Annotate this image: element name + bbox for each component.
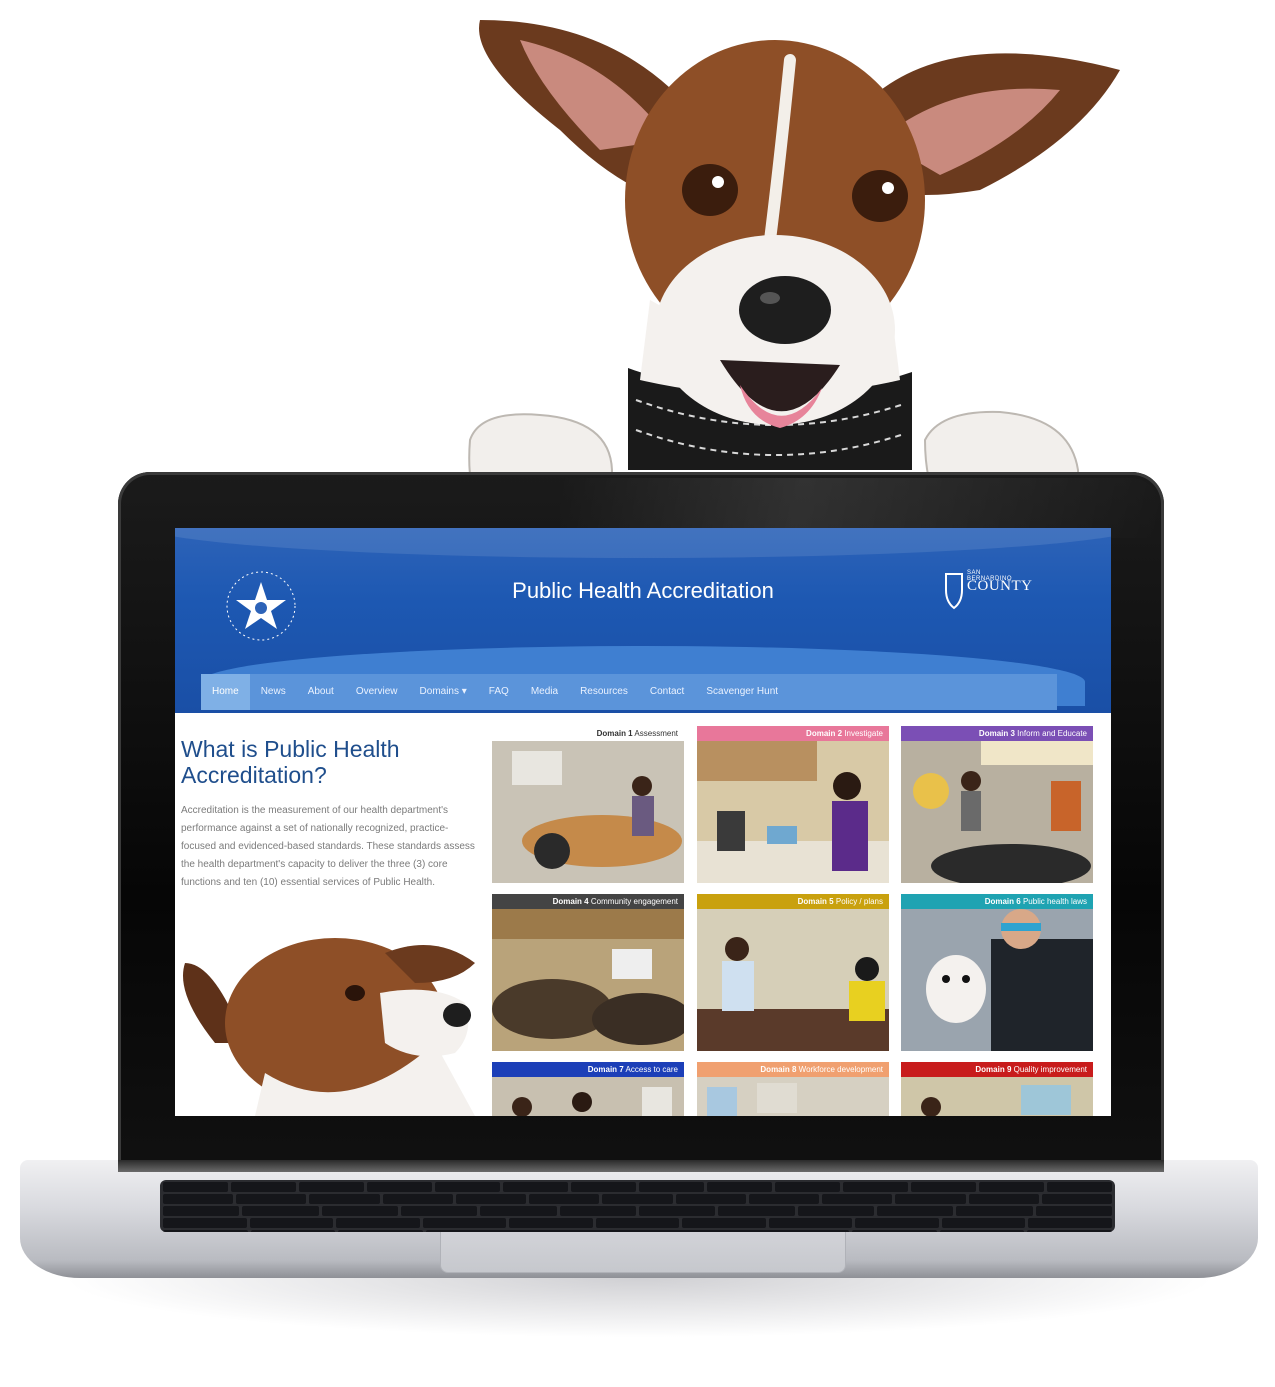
domain-name: Assessment bbox=[634, 729, 678, 738]
nav-item-faq[interactable]: FAQ bbox=[478, 674, 520, 710]
policy-meeting-photo bbox=[697, 909, 889, 1051]
nav-item-contact[interactable]: Contact bbox=[639, 674, 695, 710]
domain-number: Domain 7 bbox=[587, 1065, 624, 1074]
domain-name: Inform and Educate bbox=[1017, 729, 1087, 738]
domain-8-label-bar: Domain 8 Workforce development bbox=[697, 1062, 889, 1077]
laptop-screen: SAN BERNARDINO COUNTY Public Health Accr… bbox=[175, 528, 1111, 1116]
page-intro: Accreditation is the measurement of our … bbox=[181, 805, 475, 888]
domain-name: Access to care bbox=[625, 1065, 678, 1074]
domain-number: Domain 5 bbox=[797, 897, 834, 906]
domain-card-9[interactable]: Domain 9 Quality improvement bbox=[901, 1062, 1093, 1116]
officer-with-dog-photo bbox=[901, 909, 1093, 1051]
domain-4-label-bar: Domain 4 Community engagement bbox=[492, 894, 684, 909]
access-to-care-photo bbox=[492, 1077, 684, 1116]
nav-item-news[interactable]: News bbox=[250, 674, 297, 710]
domain-number: Domain 4 bbox=[552, 897, 589, 906]
resource-center-photo bbox=[901, 741, 1093, 883]
site-title: Public Health Accreditation bbox=[512, 578, 774, 603]
domain-card-4[interactable]: Domain 4 Community engagement bbox=[492, 894, 684, 1051]
intro-section: What is Public Health Accreditation? Acc… bbox=[181, 736, 481, 892]
domain-card-6[interactable]: Domain 6 Public health laws bbox=[901, 894, 1093, 1051]
nav-item-about[interactable]: About bbox=[297, 674, 345, 710]
nav-item-domains-dropdown[interactable]: Domains ▾ bbox=[409, 674, 478, 710]
domain-name: Quality improvement bbox=[1013, 1065, 1087, 1074]
domain-number: Domain 8 bbox=[760, 1065, 797, 1074]
domain-number: Domain 6 bbox=[984, 897, 1021, 906]
nav-item-home[interactable]: Home bbox=[201, 674, 250, 710]
domain-name: Workforce development bbox=[798, 1065, 883, 1074]
domain-name: Community engagement bbox=[590, 897, 678, 906]
nav-item-media[interactable]: Media bbox=[520, 674, 569, 710]
domain-card-3[interactable]: Domain 3 Inform and Educate bbox=[901, 726, 1093, 883]
domain-name: Investigate bbox=[844, 729, 883, 738]
nav-item-overview[interactable]: Overview bbox=[345, 674, 409, 710]
laptop-trackpad bbox=[440, 1232, 846, 1273]
domain-3-label-bar: Domain 3 Inform and Educate bbox=[901, 726, 1093, 741]
site-header: SAN BERNARDINO COUNTY Public Health Accr… bbox=[175, 528, 1111, 713]
header-decoration bbox=[175, 528, 1111, 558]
workforce-development-photo bbox=[697, 1077, 889, 1116]
community-meeting-photo bbox=[492, 909, 684, 1051]
domain-5-label-bar: Domain 5 Policy / plans bbox=[697, 894, 889, 909]
domain-card-1[interactable]: Domain 1 Assessment bbox=[492, 726, 684, 883]
domain-name: Policy / plans bbox=[835, 897, 883, 906]
domain-number: Domain 2 bbox=[806, 729, 843, 738]
domain-7-label-bar: Domain 7 Access to care bbox=[492, 1062, 684, 1077]
domain-1-label-bar: Domain 1 Assessment bbox=[492, 726, 684, 741]
domain-card-7[interactable]: Domain 7 Access to care bbox=[492, 1062, 684, 1116]
laptop-hinge bbox=[118, 1160, 1164, 1172]
nav-item-resources[interactable]: Resources bbox=[569, 674, 639, 710]
classroom-meeting-photo bbox=[492, 741, 684, 883]
page-title: What is Public Health Accreditation? bbox=[181, 736, 400, 788]
domain-card-5[interactable]: Domain 5 Policy / plans bbox=[697, 894, 889, 1051]
domain-card-8[interactable]: Domain 8 Workforce development bbox=[697, 1062, 889, 1116]
domain-number: Domain 1 bbox=[596, 729, 633, 738]
dog-head-photo bbox=[183, 938, 475, 1116]
domain-number: Domain 9 bbox=[975, 1065, 1012, 1074]
laptop-shadow bbox=[60, 1278, 1218, 1338]
laptop-keyboard bbox=[160, 1180, 1115, 1232]
domain-2-label-bar: Domain 2 Investigate bbox=[697, 726, 889, 741]
main-navbar: Home News About Overview Domains ▾ FAQ M… bbox=[201, 674, 1057, 710]
domain-card-2[interactable]: Domain 2 Investigate bbox=[697, 726, 889, 883]
domain-name: Public health laws bbox=[1022, 897, 1087, 906]
quality-improvement-photo bbox=[901, 1077, 1093, 1116]
lab-photo bbox=[697, 741, 889, 883]
domain-6-label-bar: Domain 6 Public health laws bbox=[901, 894, 1093, 909]
nav-item-scavenger-hunt[interactable]: Scavenger Hunt bbox=[695, 674, 789, 710]
domain-number: Domain 3 bbox=[978, 729, 1015, 738]
domain-9-label-bar: Domain 9 Quality improvement bbox=[901, 1062, 1093, 1077]
